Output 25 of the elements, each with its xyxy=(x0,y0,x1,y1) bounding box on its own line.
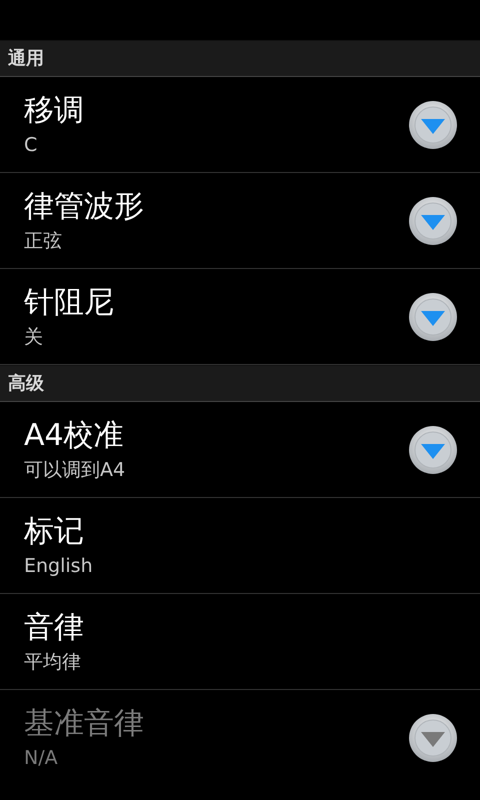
preference-title: 基准音律 xyxy=(24,705,144,743)
preference-title: 律管波形 xyxy=(24,188,144,226)
preference-summary: N/A xyxy=(24,746,59,771)
preference-title: 针阻尼 xyxy=(24,284,114,322)
preference-summary: 正弦 xyxy=(24,228,63,254)
preference-title: 标记 xyxy=(24,512,85,550)
dropdown-icon[interactable] xyxy=(408,424,458,474)
preference-title: A4校准 xyxy=(24,416,125,454)
preference-summary: 平均律 xyxy=(24,650,82,674)
preference-title: 音律 xyxy=(24,608,84,646)
section-header: 通用 xyxy=(0,40,480,77)
preference-item[interactable]: A4校准 可以调到A4 xyxy=(0,402,480,498)
preference-summary: English xyxy=(24,554,93,578)
preference-item[interactable]: 标记 English xyxy=(0,498,480,594)
section-header: 高级 xyxy=(0,365,480,402)
preference-summary: 关 xyxy=(24,324,44,350)
dropdown-icon[interactable] xyxy=(408,196,458,246)
preference-title: 移调 xyxy=(24,92,84,130)
preference-item[interactable]: 律管波形 正弦 xyxy=(0,173,480,269)
dropdown-icon[interactable] xyxy=(408,100,458,150)
preference-summary: C xyxy=(24,132,38,158)
preference-item[interactable]: 音律 平均律 xyxy=(0,594,480,690)
preference-item[interactable]: 移调 C xyxy=(0,77,480,173)
preference-summary: 可以调到A4 xyxy=(24,458,126,482)
dropdown-icon[interactable] xyxy=(408,292,458,342)
